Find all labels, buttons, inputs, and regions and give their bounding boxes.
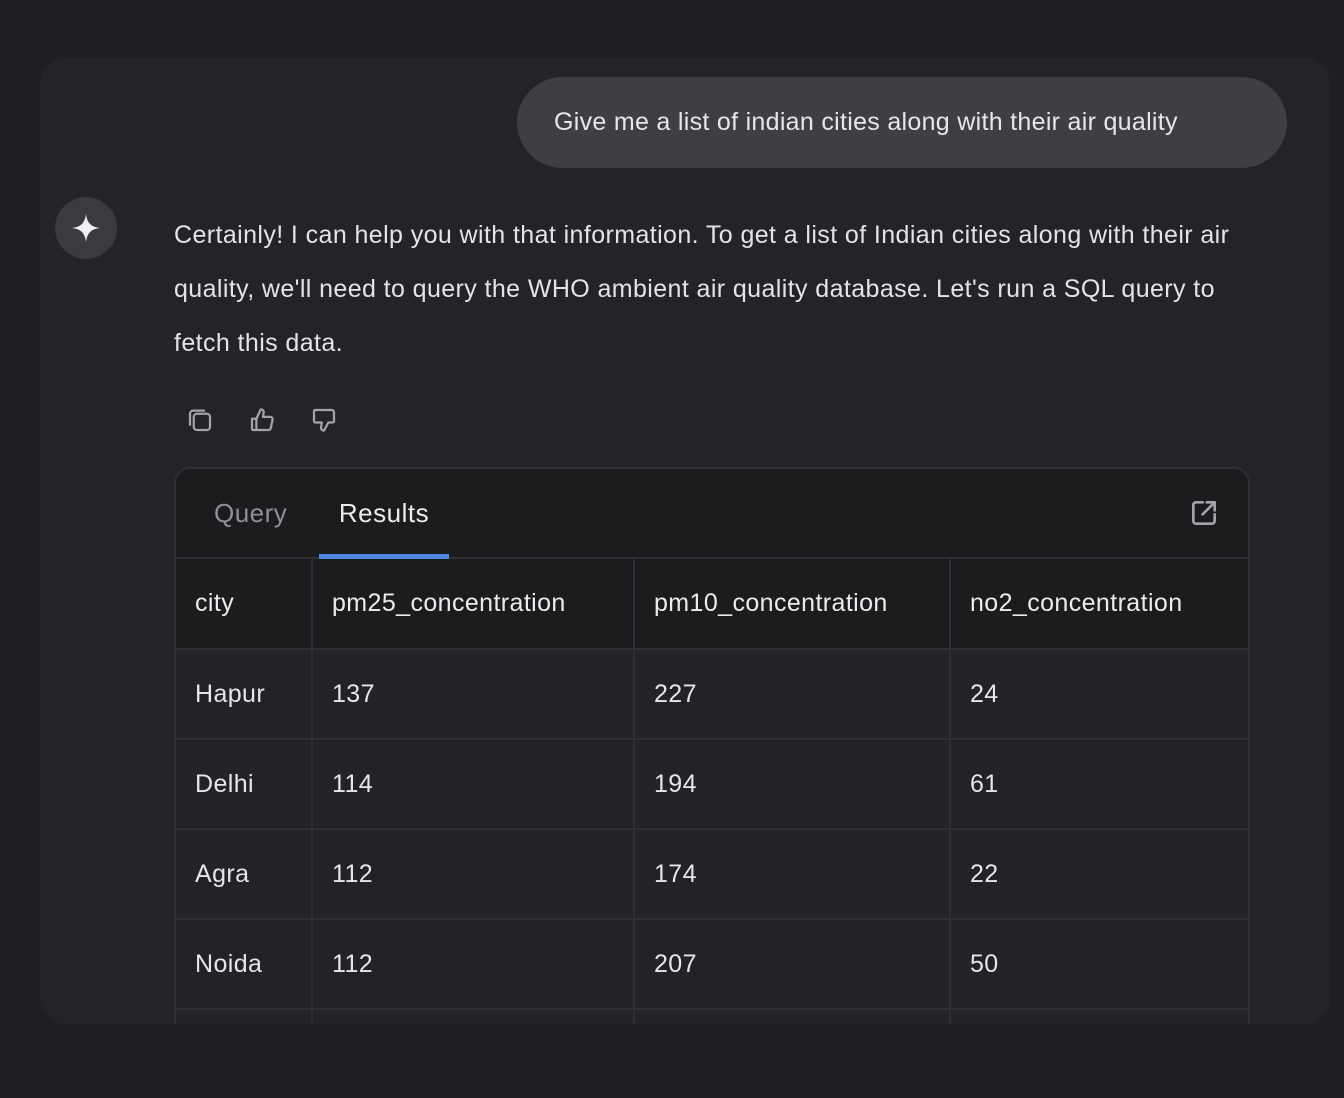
- cell-no2: 61: [950, 739, 1248, 830]
- cell-city: Agra: [176, 829, 313, 920]
- column-header-no2[interactable]: no2_concentration: [950, 559, 1248, 650]
- cell-city: Hapur: [176, 649, 313, 740]
- column-header-pm10[interactable]: pm10_concentration: [634, 559, 951, 650]
- column-header-pm25[interactable]: pm25_concentration: [312, 559, 635, 650]
- user-message-text: Give me a list of indian cities along wi…: [554, 108, 1178, 136]
- cell-no2: 24: [950, 649, 1248, 740]
- cell-no2: 22: [950, 829, 1248, 920]
- chat-panel: Give me a list of indian cities along wi…: [40, 58, 1330, 1024]
- cell-city: Noida: [176, 919, 313, 1010]
- table-row: Noida 112 207 50: [176, 919, 1248, 1010]
- copy-icon: [188, 409, 212, 432]
- cell-no2: 50: [950, 919, 1248, 1010]
- results-tabbar: Query Results: [176, 469, 1248, 559]
- user-message-bubble: Give me a list of indian cities along wi…: [517, 77, 1287, 168]
- table-row: Agra 112 174 22: [176, 829, 1248, 920]
- tab-results[interactable]: Results: [319, 469, 449, 559]
- assistant-message-text: Certainly! I can help you with that info…: [174, 221, 1230, 357]
- open-external-button[interactable]: [1188, 497, 1220, 529]
- external-link-icon: [1192, 501, 1216, 525]
- cell-pm25: 137: [312, 649, 635, 740]
- thumbs-up-icon: [250, 408, 274, 432]
- cell-pm10: 174: [634, 829, 951, 920]
- cell-pm25: 114: [312, 739, 635, 830]
- results-table: city pm25_concentration pm10_concentrati…: [176, 559, 1248, 1024]
- tab-query[interactable]: Query: [214, 469, 287, 557]
- sparkle-icon: [71, 213, 101, 243]
- results-card: Query Results city pm25_concentration pm…: [174, 467, 1250, 1024]
- cell-pm25: 112: [312, 919, 635, 1010]
- table-header-row: city pm25_concentration pm10_concentrati…: [176, 559, 1248, 650]
- column-header-city[interactable]: city: [176, 559, 313, 650]
- message-actions: [184, 404, 340, 436]
- assistant-avatar: [55, 197, 117, 259]
- thumbs-down-icon: [312, 408, 336, 432]
- thumbs-up-button[interactable]: [246, 404, 278, 436]
- thumbs-down-button[interactable]: [308, 404, 340, 436]
- table-row: Hapur 137 227 24: [176, 649, 1248, 740]
- cell-pm10: 227: [634, 649, 951, 740]
- cell-pm10: 207: [634, 919, 951, 1010]
- cell-pm25: 112: [312, 829, 635, 920]
- table-row-partial: [176, 1009, 1248, 1024]
- cell-city: Delhi: [176, 739, 313, 830]
- table-row: Delhi 114 194 61: [176, 739, 1248, 830]
- cell-pm10: 194: [634, 739, 951, 830]
- copy-button[interactable]: [184, 404, 216, 436]
